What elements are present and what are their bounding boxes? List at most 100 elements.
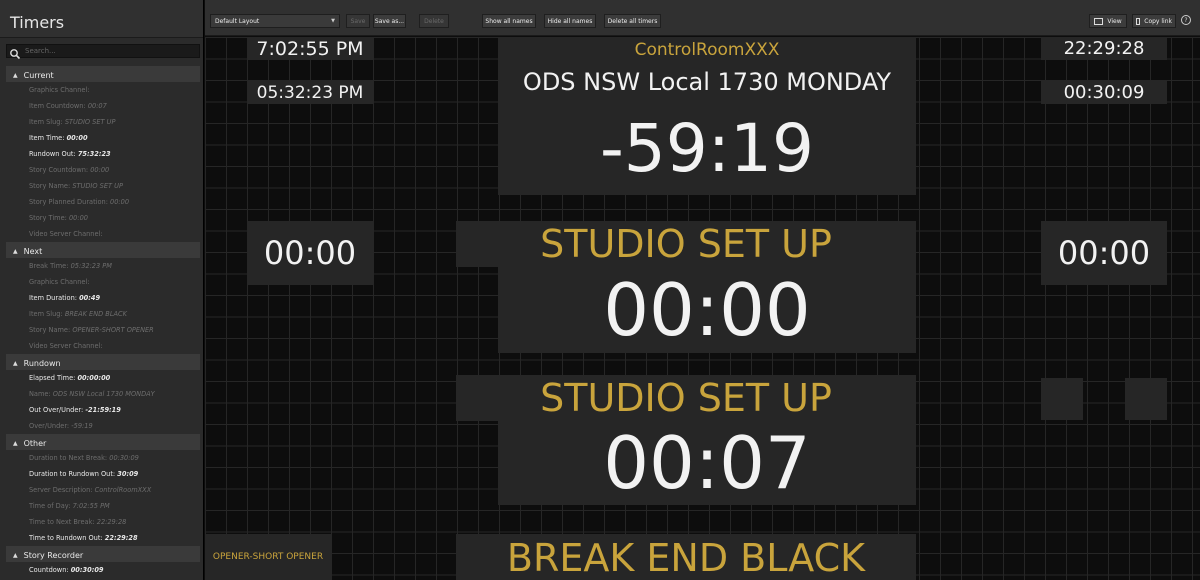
section-header[interactable]: ▲ Other (6, 434, 200, 450)
timer-item-label: Name: (29, 390, 51, 398)
chevron-down-icon: ▼ (331, 18, 335, 24)
timer-item[interactable]: Over/Under: -59:19 (6, 418, 200, 434)
timer-item-value: 00:00 (90, 166, 110, 174)
view-button[interactable]: View (1089, 14, 1127, 28)
timer-item-value: -59:19 (71, 422, 93, 430)
empty-panel[interactable] (1041, 378, 1083, 420)
timer-item-value: 00:30:09 (109, 454, 139, 462)
section-title: Next (23, 247, 43, 256)
timer-item[interactable]: Video Server Channel: (6, 226, 200, 242)
section-header[interactable]: ▲ Rundown (6, 354, 200, 370)
monitor-icon (1094, 17, 1104, 25)
story-name-panel[interactable]: STUDIO SET UP (456, 221, 916, 267)
timer-item-value: 00:00 (68, 214, 88, 222)
delete-button[interactable]: Delete (419, 14, 449, 28)
timer-item-label: Story Countdown: (29, 166, 89, 174)
duration-to-break-panel[interactable]: 00:30:09 (1041, 81, 1167, 104)
item-countdown-panel[interactable]: 00:07 (498, 421, 916, 505)
timer-item-label: Elapsed Time: (29, 374, 76, 382)
section-title: Current (23, 71, 54, 80)
section-header[interactable]: ▲ Current (6, 66, 200, 82)
timer-item[interactable]: Break Time: 05:32:23 PM (6, 258, 200, 274)
timer-item[interactable]: Elapsed Time: 00:00:00 (6, 370, 200, 386)
timer-item[interactable]: Time to Next Break: 22:29:28 (6, 514, 200, 530)
time-to-break-panel[interactable]: 22:29:28 (1041, 37, 1167, 60)
view-label: View (1107, 17, 1122, 25)
timer-item-label: Item Slug: (29, 310, 63, 318)
timer-item-label: Countdown: (29, 566, 69, 574)
section-title: Rundown (23, 359, 61, 368)
collapse-icon: ▲ (13, 72, 18, 79)
timer-item[interactable]: Item Countdown: 00:07 (6, 98, 200, 114)
timer-item[interactable]: Time of Day: 7:02:55 PM (6, 498, 200, 514)
timer-item[interactable]: Item Time: 00:00 (6, 130, 200, 146)
app-root: Timers ▲ Current Graphics Channel: Item Co… (0, 0, 1200, 580)
break-time-panel[interactable]: 05:32:23 PM (247, 81, 373, 104)
timer-item[interactable]: Story Planned Duration: 00:00 (6, 194, 200, 210)
timer-item-value: 00:07 (87, 102, 107, 110)
right-timer-panel[interactable]: 00:00 (1041, 221, 1167, 285)
timer-item-value: 7:02:55 PM (72, 502, 110, 510)
timer-item-label: Time of Day: (29, 502, 71, 510)
timer-item[interactable]: Out Over/Under: -21:59:19 (6, 402, 200, 418)
timer-item-label: Item Slug: (29, 118, 63, 126)
collapse-icon: ▲ (13, 360, 18, 367)
search-icon (9, 45, 23, 60)
item-slug-panel[interactable]: STUDIO SET UP (456, 375, 916, 421)
search-box[interactable] (6, 44, 200, 60)
timer-item[interactable]: Countdown: 00:30:09 (6, 562, 200, 578)
timer-item[interactable]: Name: ODS NSW Local 1730 MONDAY (6, 386, 200, 402)
timer-item-value: 30:09 (117, 470, 139, 478)
timer-item-value: STUDIO SET UP (64, 118, 116, 126)
timer-item-label: Time to Rundown Out: (29, 534, 103, 542)
timer-item[interactable]: Story Time: 00:00 (6, 210, 200, 226)
save-as-button[interactable]: Save as... (373, 14, 406, 28)
sidebar-title: Timers (0, 0, 203, 38)
next-item-slug-panel[interactable]: BREAK END BLACK (456, 534, 916, 580)
timer-item[interactable]: Item Slug: STUDIO SET UP (6, 114, 200, 130)
server-description-panel[interactable]: ControlRoomXXX (498, 37, 916, 62)
timer-item[interactable]: Story Name: STUDIO SET UP (6, 178, 200, 194)
timer-item-label: Item Time: (29, 134, 65, 142)
layout-select[interactable]: Default Layout ▼ (210, 14, 340, 28)
timer-item-label: Time to Next Break: (29, 518, 95, 526)
timer-item-value: 00:00 (66, 134, 88, 142)
time-of-day-panel[interactable]: 7:02:55 PM (247, 37, 373, 60)
timer-item-label: Story Planned Duration: (29, 198, 108, 206)
timer-item-label: Rundown Out: (29, 150, 76, 158)
timer-item[interactable]: Rundown Out: 75:32:23 (6, 146, 200, 162)
show-all-names-button[interactable]: Show all names (482, 14, 536, 28)
hide-all-names-button[interactable]: Hide all names (544, 14, 596, 28)
timer-item-label: Over/Under: (29, 422, 70, 430)
left-timer-panel[interactable]: 00:00 (247, 221, 373, 285)
section-header[interactable]: ▲ Next (6, 242, 200, 258)
timer-item[interactable]: Graphics Channel: (6, 274, 200, 290)
timer-item[interactable]: Duration to Next Break: 00:30:09 (6, 450, 200, 466)
timer-item[interactable]: Item Slug: BREAK END BLACK (6, 306, 200, 322)
timer-item[interactable]: Time to Rundown Out: 22:29:28 (6, 530, 200, 546)
copy-link-label: Copy link (1144, 17, 1172, 25)
timer-item[interactable]: Story Countdown: 00:00 (6, 162, 200, 178)
timer-item-value: 00:00:00 (77, 374, 111, 382)
timer-item[interactable]: Story Name: OPENER-SHORT OPENER (6, 322, 200, 338)
timer-item[interactable]: Video Server Channel: (6, 338, 200, 354)
timer-item-value: 75:32:23 (77, 150, 111, 158)
help-icon[interactable]: ? (1181, 15, 1191, 25)
section-header[interactable]: ▲ Story Recorder (6, 546, 200, 562)
timer-item-label: Duration to Next Break: (29, 454, 108, 462)
timer-item-label: Break Time: (29, 262, 69, 270)
timer-item[interactable]: Server Description: ControlRoomXXX (6, 482, 200, 498)
empty-panel[interactable] (1125, 378, 1167, 420)
timer-item-label: Story Time: (29, 214, 67, 222)
save-button[interactable]: Save (346, 14, 370, 28)
timer-item[interactable]: Item Duration: 00:49 (6, 290, 200, 306)
rundown-name-panel[interactable]: ODS NSW Local 1730 MONDAY (498, 62, 916, 102)
delete-all-timers-button[interactable]: Delete all timers (604, 14, 661, 28)
over-under-panel[interactable]: -59:19 (498, 102, 916, 195)
next-story-name-panel[interactable]: OPENER-SHORT OPENER (205, 534, 331, 580)
story-time-panel[interactable]: 00:00 (498, 267, 916, 353)
timer-item[interactable]: Duration to Rundown Out: 30:09 (6, 466, 200, 482)
copy-link-button[interactable]: Copy link (1132, 14, 1176, 28)
timer-item[interactable]: Graphics Channel: (6, 82, 200, 98)
search-input[interactable] (23, 45, 199, 57)
